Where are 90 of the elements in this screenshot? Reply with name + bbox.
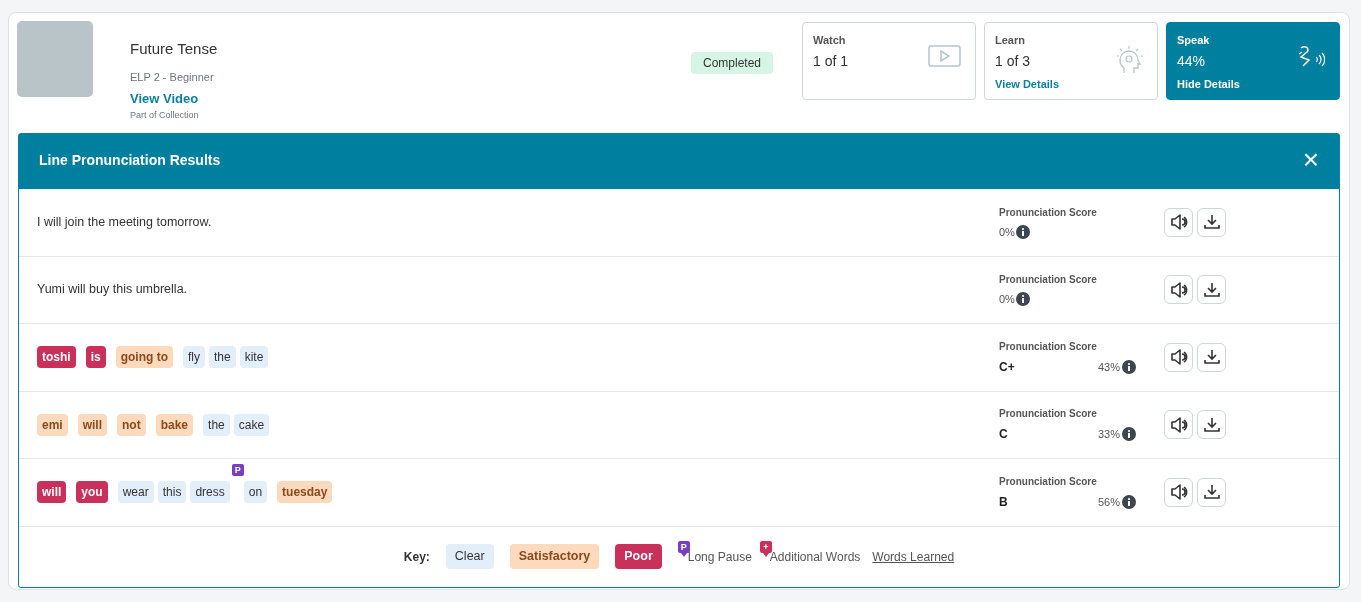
word-chip: fly <box>183 346 205 369</box>
download-button[interactable] <box>1197 275 1226 305</box>
download-button[interactable] <box>1197 342 1226 372</box>
word-chip: the <box>209 346 236 369</box>
word-chip: dress <box>190 481 230 504</box>
info-icon[interactable] <box>1015 292 1030 307</box>
word-chip: not <box>117 413 146 436</box>
download-icon <box>1203 484 1220 501</box>
score-label: Pronunciation Score <box>999 407 1098 422</box>
details-link[interactable]: View Details <box>995 75 1059 92</box>
course-level: ELP 2 - Beginner <box>130 69 215 85</box>
speaker-icon <box>1169 214 1188 231</box>
details-link[interactable]: Hide Details <box>1177 75 1240 92</box>
progress-tile[interactable]: Speak 44% Hide Details <box>1166 22 1340 100</box>
video-icon <box>928 45 961 67</box>
legend-text: Long Pause <box>687 548 752 566</box>
score-label: Pronunciation Score <box>999 339 1098 354</box>
speaker-icon <box>1169 484 1188 501</box>
legend-chip: Satisfactory <box>509 544 600 569</box>
speaker-icon <box>1169 416 1188 433</box>
view-video-link[interactable]: View Video <box>130 89 218 109</box>
sentence-text: I will join the meeting tomorrow. <box>37 213 212 231</box>
speaker-icon <box>1169 281 1188 298</box>
word-chip: tuesday <box>277 481 333 504</box>
info-icon[interactable] <box>1122 494 1136 509</box>
word-chip: is <box>85 346 106 369</box>
word-chip: on <box>243 481 268 504</box>
collection-note: Part of Collection <box>130 108 200 122</box>
download-icon <box>1203 214 1220 231</box>
pause-marker: P <box>231 464 244 477</box>
lesson-title: Future Tense <box>130 39 218 59</box>
play-audio-button[interactable] <box>1164 410 1193 440</box>
sentence-text: Yumi will buy this umbrella. <box>37 281 188 299</box>
word-chip: emi <box>37 413 68 436</box>
score-label: Pronunciation Score <box>999 474 1098 489</box>
score-label: Pronunciation Score <box>999 273 1098 287</box>
word-chip: this <box>157 481 187 504</box>
score-percent: 33% <box>1097 427 1120 442</box>
status-badge: Completed <box>690 52 773 74</box>
score-percent: 0% <box>999 224 1015 240</box>
score-percent: 56% <box>1097 494 1120 510</box>
tile-value: 1 of 3 <box>995 51 1031 71</box>
legend-chip: Poor <box>615 544 662 569</box>
head-icon <box>1117 45 1143 75</box>
speaking-icon <box>1297 45 1325 69</box>
letter-grade: C <box>999 426 1008 444</box>
close-button[interactable]: × <box>1302 146 1319 174</box>
speaker-icon <box>1169 349 1188 366</box>
word-chip: you <box>76 481 108 504</box>
word-chip: will <box>77 413 108 436</box>
key-label: Key: <box>403 548 430 566</box>
progress-tile[interactable]: Learn 1 of 3 View Details <box>984 22 1158 100</box>
download-icon <box>1203 416 1220 433</box>
panel-title: Line Pronunciation Results <box>39 151 221 170</box>
letter-grade: B <box>999 493 1008 511</box>
word-chip: cake <box>233 413 270 436</box>
added-word-marker: + <box>759 540 772 553</box>
word-chip: will <box>37 481 67 504</box>
word-chip: toshi <box>37 346 76 369</box>
tile-label: Watch <box>813 33 847 48</box>
tile-label: Learn <box>995 33 1026 48</box>
progress-tile[interactable]: Watch 1 of 1 <box>802 22 976 100</box>
download-icon <box>1203 281 1220 298</box>
score-label: Pronunciation Score <box>999 205 1098 220</box>
letter-grade: C+ <box>999 358 1015 376</box>
word-chip: bake <box>155 413 194 436</box>
word-chip: the <box>203 413 230 436</box>
pause-marker: P <box>677 540 690 553</box>
word-chip: kite <box>239 346 269 369</box>
words-learned-link[interactable]: Words Learned <box>872 547 955 566</box>
word-chip: going to <box>115 346 173 369</box>
play-audio-button[interactable] <box>1164 477 1193 507</box>
legend-text: Additional Words <box>769 548 861 566</box>
info-icon[interactable] <box>1122 427 1136 442</box>
play-audio-button[interactable] <box>1164 207 1193 237</box>
score-percent: 43% <box>1097 359 1120 375</box>
download-icon <box>1203 349 1220 366</box>
play-audio-button[interactable] <box>1164 342 1193 372</box>
tile-value: 44% <box>1177 51 1206 71</box>
download-button[interactable] <box>1197 207 1226 237</box>
download-button[interactable] <box>1197 410 1226 440</box>
info-icon[interactable] <box>1015 224 1030 239</box>
info-icon[interactable] <box>1122 359 1136 374</box>
score-percent: 0% <box>999 292 1015 307</box>
tile-value: 1 of 1 <box>813 51 849 71</box>
play-audio-button[interactable] <box>1164 275 1193 305</box>
word-chip: wear <box>117 481 154 504</box>
legend-chip: Clear <box>445 544 494 569</box>
tile-label: Speak <box>1177 33 1211 48</box>
download-button[interactable] <box>1197 477 1226 507</box>
